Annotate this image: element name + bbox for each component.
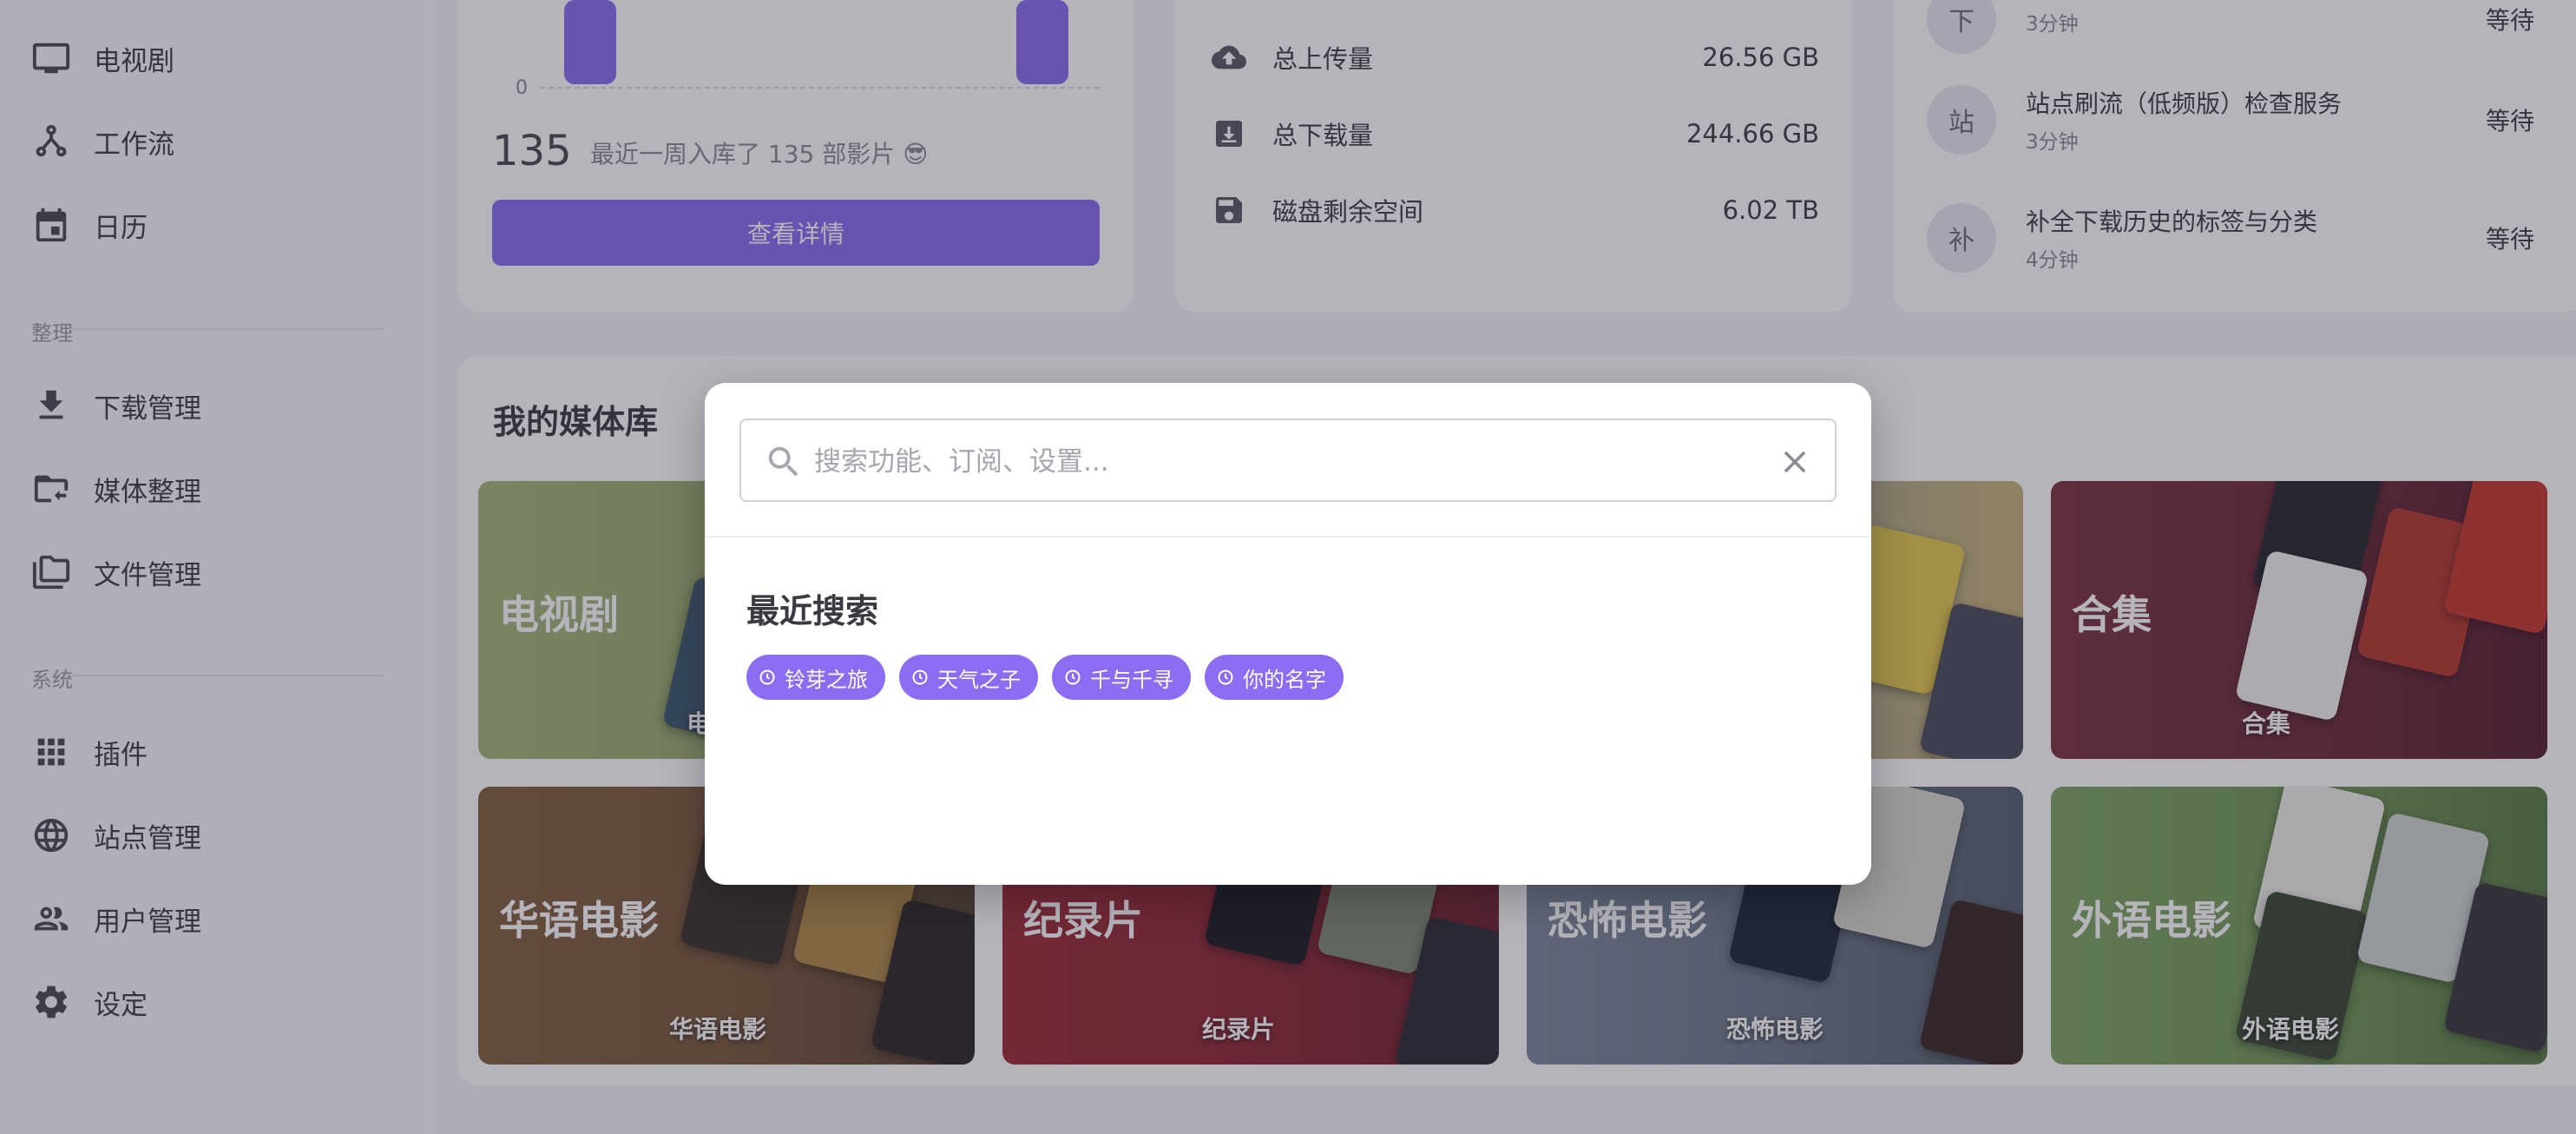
- recent-search-chip[interactable]: 天气之子: [899, 655, 1038, 700]
- modal-divider: [705, 536, 1871, 537]
- recent-search-label: 天气之子: [937, 667, 1021, 692]
- search-input[interactable]: [814, 438, 1751, 486]
- history-icon: [759, 669, 775, 685]
- recent-search-label: 千与千寻: [1090, 667, 1173, 692]
- recent-search-label: 铃芽之旅: [785, 667, 868, 692]
- recent-search-chip[interactable]: 你的名字: [1205, 655, 1344, 700]
- search-dialog: 最近搜索 铃芽之旅 天气之子 千与千寻 你的名字: [705, 383, 1871, 885]
- recent-searches-title: 最近搜索: [746, 592, 879, 630]
- recent-search-label: 你的名字: [1243, 667, 1326, 692]
- history-icon: [1065, 669, 1081, 685]
- recent-searches-list: 铃芽之旅 天气之子 千与千寻 你的名字: [746, 655, 1344, 700]
- search-box: [739, 419, 1837, 502]
- recent-search-chip[interactable]: 千与千寻: [1052, 655, 1191, 700]
- history-icon: [912, 669, 928, 685]
- recent-search-chip[interactable]: 铃芽之旅: [746, 655, 885, 700]
- history-icon: [1218, 669, 1233, 685]
- search-icon: [768, 446, 798, 477]
- close-icon[interactable]: [1777, 444, 1813, 480]
